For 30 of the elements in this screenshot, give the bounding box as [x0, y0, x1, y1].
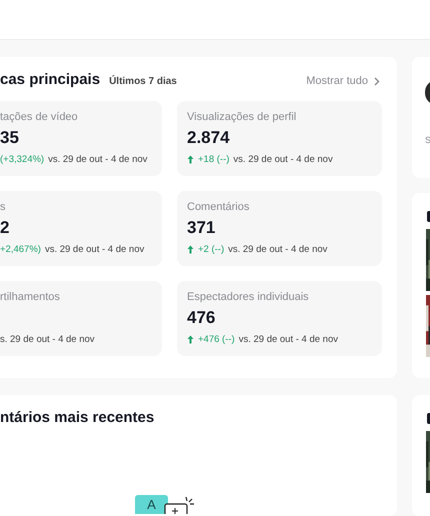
change-value: +2 (--) — [198, 244, 224, 255]
metric-label: Espectadores individuais — [187, 291, 310, 305]
letter-tile: A — [135, 495, 168, 514]
change-value: +2,467%) — [0, 244, 41, 255]
title-fragment — [427, 412, 430, 424]
period-label: Últimos 7 dias — [109, 76, 177, 87]
comparison-text: s. 29 de out - 4 de nov — [0, 334, 95, 345]
title-fragment — [427, 210, 430, 222]
change-value: +18 (--) — [198, 154, 230, 165]
comparison-text: vs. 29 de out - 4 de nov — [238, 334, 338, 345]
metric-value: 371 — [187, 218, 216, 239]
panel-title: cas principais — [0, 71, 100, 88]
change-value: +476 (--) — [198, 334, 235, 345]
metric-label: tações de vídeo — [0, 111, 79, 125]
show-all-link[interactable]: Mostrar tudo — [306, 75, 380, 87]
metric-label: Visualizações de perfil — [187, 111, 298, 125]
comparison-text: vs. 29 de out - 4 de nov — [44, 244, 144, 255]
metric-label: Comentários — [187, 201, 250, 215]
metric-value: 35 — [0, 128, 20, 149]
change-value: (+3,324%) — [0, 154, 44, 165]
metric-value: 2.874 — [187, 128, 231, 149]
comparison-text: vs. 29 de out - 4 de nov — [48, 154, 148, 165]
comparison-text: vs. 29 de out - 4 de nov — [233, 154, 333, 165]
metric-value: 476 — [187, 308, 216, 329]
metric-label: rtilhamentos — [0, 291, 61, 305]
metric-label: s — [0, 201, 6, 215]
panel-title: ntários mais recentes — [0, 409, 156, 427]
chevron-right-icon — [374, 76, 380, 86]
metric-value: 2 — [0, 218, 10, 239]
comparison-text: vs. 29 de out - 4 de nov — [228, 244, 328, 255]
